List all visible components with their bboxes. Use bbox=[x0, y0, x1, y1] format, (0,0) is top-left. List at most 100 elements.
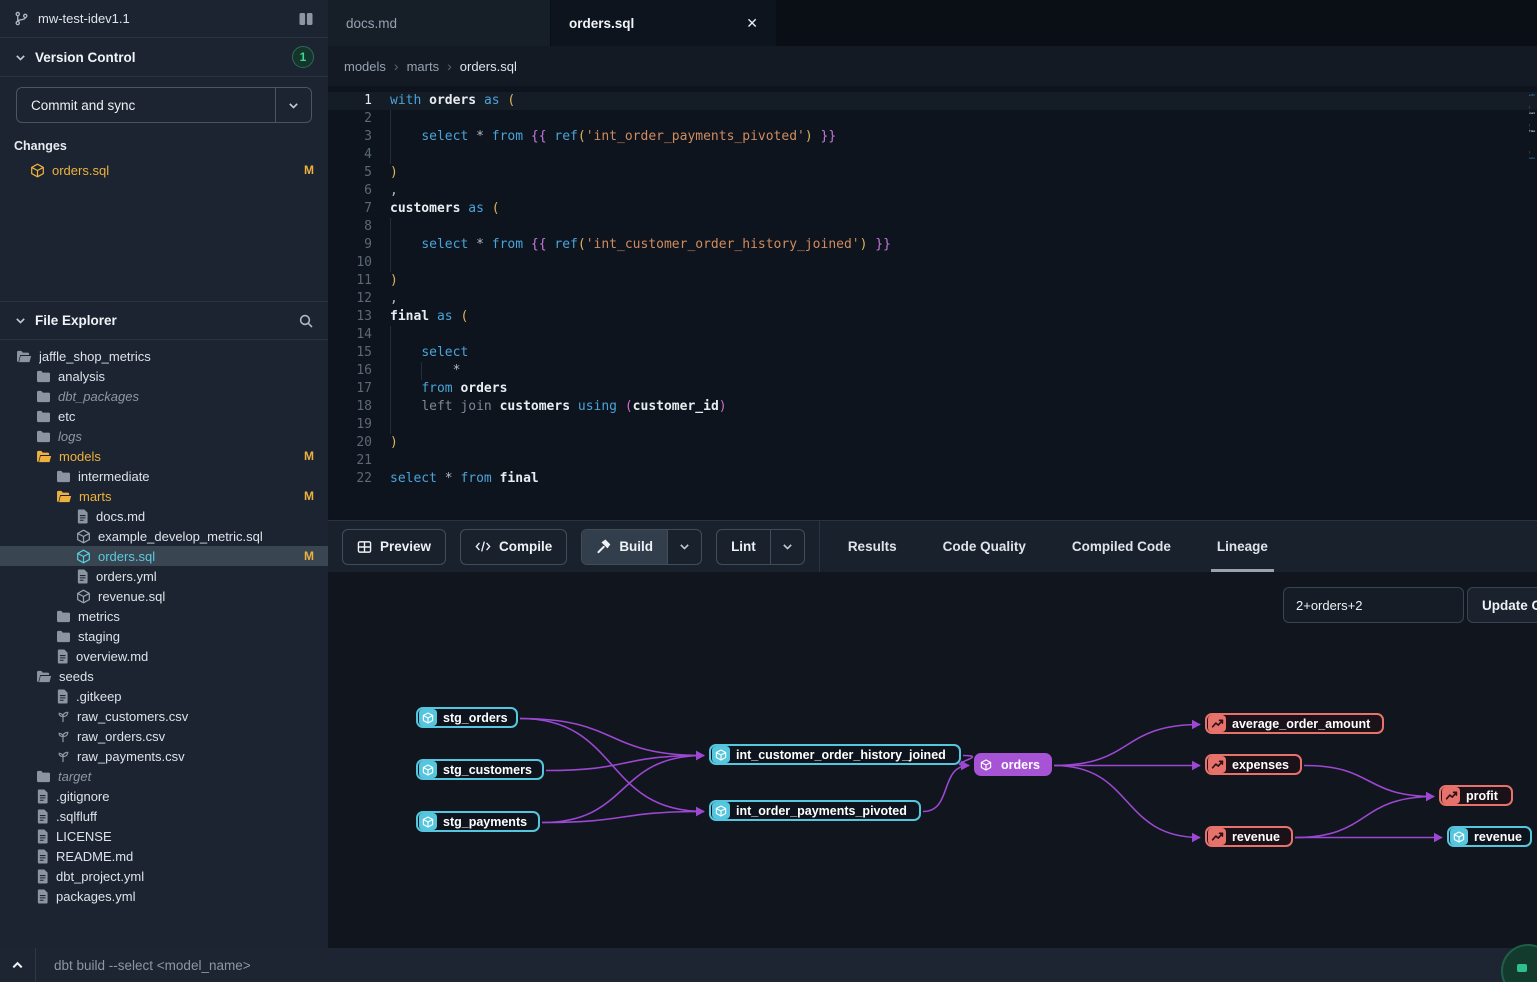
tree-item-target[interactable]: target bbox=[0, 766, 328, 786]
node-label: revenue bbox=[1226, 830, 1288, 844]
lineage-edge-orders-to-average_order_amount bbox=[1054, 725, 1200, 766]
tree-item-label: example_develop_metric.sql bbox=[98, 529, 314, 544]
update-graph-button[interactable]: Update Graph bbox=[1467, 587, 1537, 623]
tree-item-raw-customers-csv[interactable]: raw_customers.csv bbox=[0, 706, 328, 726]
lineage-node-int_order_payments_pivoted[interactable]: int_order_payments_pivoted bbox=[709, 800, 921, 821]
node-label: stg_payments bbox=[437, 815, 535, 829]
lineage-node-profit[interactable]: profit bbox=[1439, 785, 1513, 806]
seed-icon bbox=[56, 749, 70, 763]
tree-item-jaffle-shop-metrics[interactable]: jaffle_shop_metrics bbox=[0, 346, 328, 366]
tree-item-seeds[interactable]: seeds bbox=[0, 666, 328, 686]
tree-item-marts[interactable]: martsM bbox=[0, 486, 328, 506]
lineage-node-average_order_amount[interactable]: average_order_amount bbox=[1205, 713, 1384, 734]
tree-item-revenue-sql[interactable]: revenue.sql bbox=[0, 586, 328, 606]
tab-docs-md[interactable]: docs.md bbox=[328, 0, 551, 46]
chevron-up-icon[interactable] bbox=[0, 948, 36, 982]
tree-item-readme-md[interactable]: README.md bbox=[0, 846, 328, 866]
tree-item-intermediate[interactable]: intermediate bbox=[0, 466, 328, 486]
lineage-node-expenses[interactable]: expenses bbox=[1205, 754, 1302, 775]
code-line-17: 17 from orders bbox=[328, 380, 1537, 398]
lineage-edge-int_customer_order_history_joined-to-orders bbox=[960, 756, 973, 766]
tab-orders-sql[interactable]: orders.sql ✕ bbox=[551, 0, 777, 46]
tab-label: docs.md bbox=[346, 16, 397, 31]
breadcrumb-item[interactable]: marts bbox=[407, 59, 440, 74]
tree-item-orders-sql[interactable]: orders.sqlM bbox=[0, 546, 328, 566]
tree-item-staging[interactable]: staging bbox=[0, 626, 328, 646]
code-lines: 1with orders as (23 select * from {{ ref… bbox=[328, 92, 1537, 488]
lineage-node-revenue_model[interactable]: revenue bbox=[1447, 826, 1532, 847]
lint-dropdown-button[interactable] bbox=[770, 530, 804, 564]
search-icon[interactable] bbox=[298, 313, 314, 329]
node-label: stg_customers bbox=[437, 763, 540, 777]
columns-icon[interactable] bbox=[298, 12, 314, 26]
tree-item-license[interactable]: LICENSE bbox=[0, 826, 328, 846]
tree-item-analysis[interactable]: analysis bbox=[0, 366, 328, 386]
tree-item-raw-orders-csv[interactable]: raw_orders.csv bbox=[0, 726, 328, 746]
build-button[interactable]: Build bbox=[582, 530, 667, 564]
changed-file-row[interactable]: orders.sqlM bbox=[0, 159, 328, 181]
tree-item--gitignore[interactable]: .gitignore bbox=[0, 786, 328, 806]
tree-item--gitkeep[interactable]: .gitkeep bbox=[0, 686, 328, 706]
lineage-edge-int_order_payments_pivoted-to-orders bbox=[923, 766, 969, 812]
code-line-3: 3 select * from {{ ref('int_order_paymen… bbox=[328, 128, 1537, 146]
line-number: 10 bbox=[328, 254, 372, 272]
file-explorer-header[interactable]: File Explorer bbox=[0, 301, 328, 340]
tree-item-packages-yml[interactable]: packages.yml bbox=[0, 886, 328, 906]
code-line-14: 14 bbox=[328, 326, 1537, 344]
lineage-filter-input[interactable] bbox=[1283, 587, 1464, 623]
lineage-node-int_customer_order_history_joined[interactable]: int_customer_order_history_joined bbox=[709, 744, 961, 765]
modified-badge: M bbox=[304, 163, 314, 177]
file-icon bbox=[36, 849, 49, 864]
breadcrumb-item[interactable]: models bbox=[344, 59, 386, 74]
build-dropdown-button[interactable] bbox=[667, 530, 701, 564]
tab-code-quality[interactable]: Code Quality bbox=[943, 521, 1026, 572]
lint-button[interactable]: Lint bbox=[717, 530, 770, 564]
lineage-node-stg_orders[interactable]: stg_orders bbox=[416, 707, 518, 728]
compile-button[interactable]: Compile bbox=[460, 529, 567, 565]
lineage-node-stg_customers[interactable]: stg_customers bbox=[416, 759, 544, 780]
version-control-header[interactable]: Version Control 1 bbox=[0, 38, 328, 77]
tree-item-docs-md[interactable]: docs.md bbox=[0, 506, 328, 526]
tree-item-etc[interactable]: etc bbox=[0, 406, 328, 426]
lineage-node-orders[interactable]: orders bbox=[974, 753, 1052, 776]
line-number: 18 bbox=[328, 398, 372, 416]
node-label: profit bbox=[1460, 789, 1506, 803]
tree-item-metrics[interactable]: metrics bbox=[0, 606, 328, 626]
modified-badge: M bbox=[304, 489, 314, 503]
preview-button[interactable]: Preview bbox=[342, 529, 446, 565]
line-number: 2 bbox=[328, 110, 372, 128]
command-input[interactable] bbox=[36, 948, 1537, 982]
tab-lineage[interactable]: Lineage bbox=[1217, 521, 1268, 572]
commit-and-sync-button[interactable]: Commit and sync bbox=[16, 87, 312, 123]
branch-row[interactable]: mw-test-idev1.1 bbox=[0, 0, 328, 38]
line-number: 8 bbox=[328, 218, 372, 236]
cube-icon bbox=[76, 529, 91, 544]
lineage-node-revenue_metric[interactable]: revenue bbox=[1205, 826, 1293, 847]
tree-item-logs[interactable]: logs bbox=[0, 426, 328, 446]
changes-list: orders.sqlM bbox=[0, 159, 328, 181]
tab-results[interactable]: Results bbox=[848, 521, 897, 572]
close-icon[interactable]: ✕ bbox=[722, 15, 758, 32]
lineage-node-stg_payments[interactable]: stg_payments bbox=[416, 811, 540, 832]
tree-item-example-develop-metric-sql[interactable]: example_develop_metric.sql bbox=[0, 526, 328, 546]
minimap[interactable]: with orders as ( select * from {{ ref('i… bbox=[1511, 94, 1535, 160]
tree-item-dbt-packages[interactable]: dbt_packages bbox=[0, 386, 328, 406]
tree-item-models[interactable]: modelsM bbox=[0, 446, 328, 466]
tree-item--sqlfluff[interactable]: .sqlfluff bbox=[0, 806, 328, 826]
tree-item-orders-yml[interactable]: orders.yml bbox=[0, 566, 328, 586]
tree-item-dbt-project-yml[interactable]: dbt_project.yml bbox=[0, 866, 328, 886]
tab-compiled-code[interactable]: Compiled Code bbox=[1072, 521, 1171, 572]
tree-item-overview-md[interactable]: overview.md bbox=[0, 646, 328, 666]
chevron-right-icon: › bbox=[394, 58, 399, 74]
code-editor[interactable]: 1with orders as (23 select * from {{ ref… bbox=[328, 86, 1537, 520]
file-icon bbox=[36, 889, 49, 904]
file-icon bbox=[56, 649, 69, 664]
model-cube-icon bbox=[30, 163, 45, 178]
code-line-10: 10 bbox=[328, 254, 1537, 272]
file-icon bbox=[36, 869, 49, 884]
code-line-2: 2 bbox=[328, 110, 1537, 128]
commit-dropdown-button[interactable] bbox=[275, 88, 311, 122]
line-number: 15 bbox=[328, 344, 372, 362]
git-branch-icon bbox=[14, 11, 29, 26]
tree-item-raw-payments-csv[interactable]: raw_payments.csv bbox=[0, 746, 328, 766]
